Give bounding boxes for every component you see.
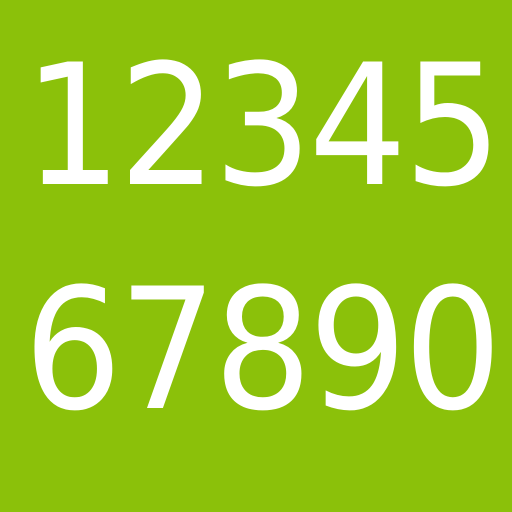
digit-7: 7 [118, 252, 218, 448]
digit-5: 5 [403, 28, 503, 224]
digits-row-top: 1 2 3 4 5 [0, 42, 512, 210]
digit-4: 4 [308, 28, 408, 224]
digits-tile: 1 2 3 4 5 6 7 8 9 0 [0, 0, 512, 512]
digit-3: 3 [213, 28, 313, 224]
digit-8: 8 [213, 252, 313, 448]
digit-6: 6 [23, 252, 123, 448]
digit-2: 2 [118, 28, 218, 224]
digit-1: 1 [23, 28, 123, 224]
digit-0: 0 [403, 252, 503, 448]
digits-row-bottom: 6 7 8 9 0 [0, 266, 512, 434]
digit-9: 9 [308, 252, 408, 448]
